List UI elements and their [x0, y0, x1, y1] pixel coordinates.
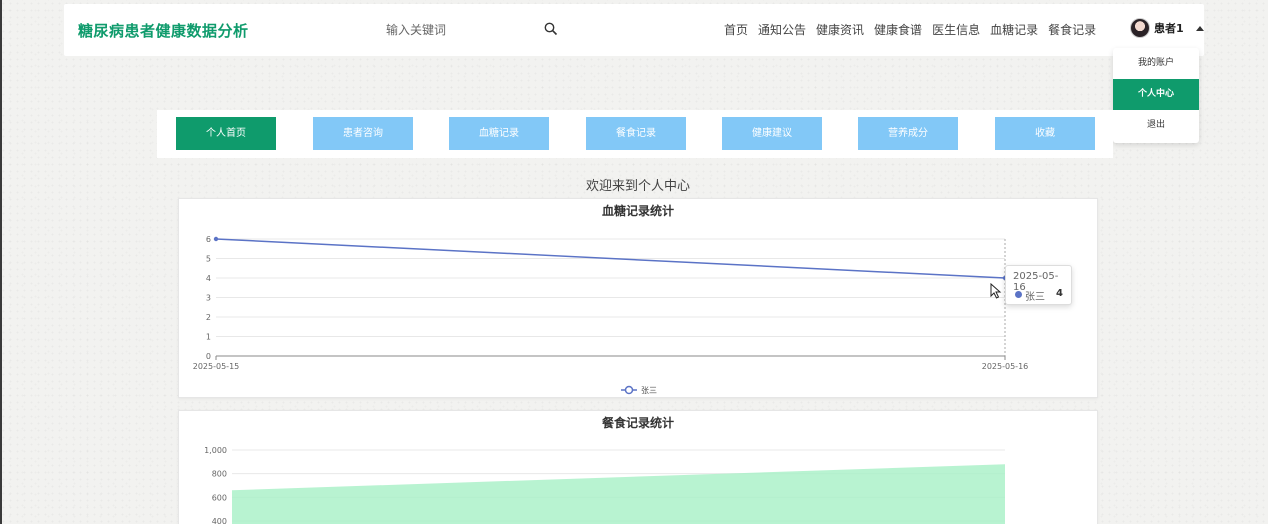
data-point [213, 236, 219, 242]
y-tick-label: 6 [206, 235, 211, 244]
y-tick-label: 600 [212, 493, 227, 502]
blood-sugar-chart: 0 1 2 3 4 5 6 2025-05-15 2025-05-16 张三 [193, 235, 1029, 395]
x-tick-label: 2025-05-16 [982, 362, 1029, 371]
main-nav: 首页 通知公告 健康资讯 健康食谱 医生信息 血糖记录 餐食记录 [724, 21, 1096, 38]
meal-chart-panel: 餐食记录统计 400 600 800 1,000 [178, 410, 1098, 524]
nav-meals[interactable]: 餐食记录 [1048, 21, 1096, 38]
legend-label: 张三 [641, 386, 657, 395]
x-tick-label: 2025-05-15 [193, 362, 240, 371]
nav-doctors[interactable]: 医生信息 [932, 21, 980, 38]
y-tick-label: 5 [206, 255, 211, 264]
y-tick-label: 0 [206, 352, 211, 361]
tab-consultation[interactable]: 患者咨询 [313, 117, 413, 150]
nav-health-news[interactable]: 健康资讯 [816, 21, 864, 38]
avatar [1130, 18, 1150, 38]
y-tick-label: 400 [212, 517, 227, 524]
nav-health-recipes[interactable]: 健康食谱 [874, 21, 922, 38]
tab-meals[interactable]: 餐食记录 [586, 117, 686, 150]
dropdown-logout[interactable]: 退出 [1113, 110, 1199, 141]
tooltip-series-name: 张三 [1025, 292, 1045, 303]
search-icon[interactable] [544, 22, 558, 36]
center-tabbar: 个人首页 患者咨询 血糖记录 餐食记录 健康建议 营养成分 收藏 [157, 110, 1113, 158]
nav-blood-sugar[interactable]: 血糖记录 [990, 21, 1038, 38]
legend-marker [624, 385, 634, 395]
tab-personal-home[interactable]: 个人首页 [176, 117, 276, 150]
chart-tooltip: 2025-05-16 张三 4 [1005, 265, 1072, 305]
welcome-heading: 欢迎来到个人中心 [585, 179, 690, 194]
dropdown-personal-center[interactable]: 个人中心 [1113, 79, 1199, 110]
tab-nutrition[interactable]: 营养成分 [858, 117, 958, 150]
y-tick-label: 4 [206, 274, 211, 283]
dropdown-my-account[interactable]: 我的账户 [1113, 48, 1199, 79]
y-tick-label: 800 [212, 470, 227, 479]
meal-chart: 400 600 800 1,000 [204, 446, 1005, 524]
y-tick-label: 1,000 [204, 446, 227, 455]
mouse-cursor-icon [990, 283, 1002, 299]
nav-home[interactable]: 首页 [724, 21, 748, 38]
user-name: 患者1 [1154, 22, 1184, 35]
site-title: 糖尿病患者健康数据分析 [78, 22, 249, 40]
y-tick-label: 2 [206, 313, 211, 322]
tab-blood-sugar[interactable]: 血糖记录 [449, 117, 549, 150]
top-header: 糖尿病患者健康数据分析 首页 通知公告 健康资讯 健康食谱 医生信息 血糖记录 … [64, 4, 1204, 56]
y-tick-label: 3 [206, 294, 211, 303]
user-dropdown: 我的账户 个人中心 退出 [1113, 48, 1199, 143]
y-tick-label: 1 [206, 333, 211, 342]
tooltip-series-dot [1015, 291, 1022, 298]
caret-up-icon [1195, 25, 1204, 31]
search-input[interactable] [386, 20, 536, 40]
window-edge [0, 0, 2, 524]
user-menu[interactable]: 患者1 [1130, 18, 1204, 38]
tooltip-value: 4 [1056, 288, 1063, 299]
nav-notices[interactable]: 通知公告 [758, 21, 806, 38]
tab-favorites[interactable]: 收藏 [995, 117, 1095, 150]
tab-health-advice[interactable]: 健康建议 [722, 117, 822, 150]
blood-sugar-chart-panel: 血糖记录统计 0 1 2 3 4 5 6 2025-05-15 2025-05-16 张三 [178, 198, 1098, 398]
